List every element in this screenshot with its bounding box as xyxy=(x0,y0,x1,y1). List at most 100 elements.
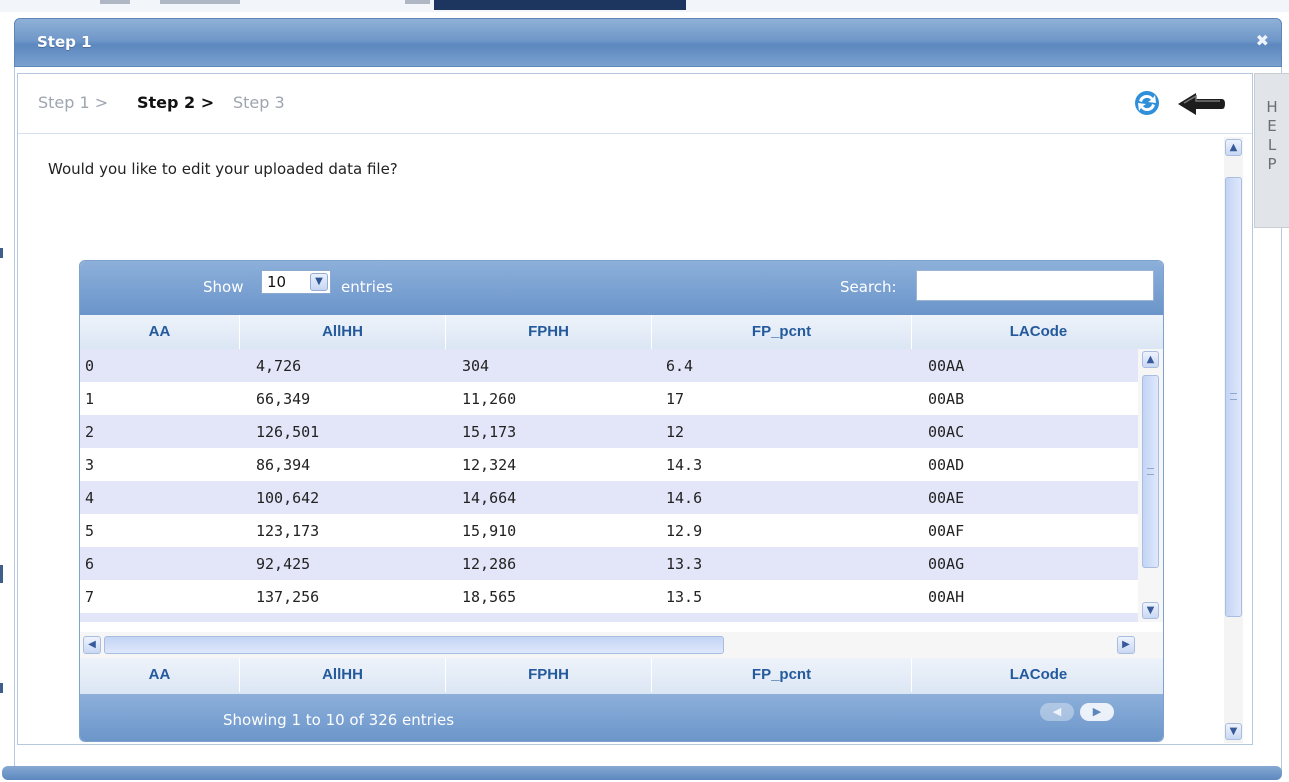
dialog-bottom-bar xyxy=(2,766,1282,780)
table-cell: 12,286 xyxy=(462,555,517,573)
table-cell: 18,565 xyxy=(462,588,517,606)
column-footer-fphh: FPHH xyxy=(446,658,652,692)
chevron-down-icon[interactable]: ▼ xyxy=(310,273,328,291)
table-cell: 4 xyxy=(85,489,95,507)
table-row[interactable]: 1 66,349 11,260 17 00AB xyxy=(80,382,1138,415)
background-page-strip xyxy=(0,0,1289,12)
table-cell: 00AE xyxy=(928,489,965,507)
scroll-up-button[interactable]: ▲ xyxy=(1225,139,1242,156)
scroll-down-button[interactable]: ▼ xyxy=(1225,723,1242,740)
step-1-link[interactable]: Step 1 > xyxy=(38,93,108,112)
table-cell: 11.6 xyxy=(666,621,702,622)
help-letter: H xyxy=(1266,98,1278,116)
table-cell: 15,173 xyxy=(462,423,517,441)
close-icon[interactable]: ✖ xyxy=(1256,31,1269,50)
table-cell: 17 xyxy=(666,390,685,408)
table-cell: 3 xyxy=(85,456,95,474)
table-cell: 86,394 xyxy=(256,456,311,474)
table-body: 0 4,726 304 6.4 00AA 1 66,349 11,260 17 00AB 2 126,… xyxy=(80,349,1138,622)
pagination: ◀ ▶ xyxy=(1040,703,1124,723)
table-cell: 14,664 xyxy=(462,489,517,507)
table-cell: 137,256 xyxy=(256,588,320,606)
page-size-value: 10 xyxy=(267,273,287,291)
column-header-lacode[interactable]: LACode xyxy=(912,315,1163,349)
column-header-aa[interactable]: AA xyxy=(80,315,240,349)
table-cell: 00AB xyxy=(928,390,965,408)
table-scrollbar[interactable]: ▲ ▼ xyxy=(1138,349,1163,622)
refresh-icon[interactable] xyxy=(1132,89,1162,117)
table-row[interactable]: 4 100,642 14,664 14.6 00AE xyxy=(80,481,1138,514)
page-size-select[interactable]: 10 ▼ xyxy=(261,270,331,294)
step-3-link[interactable]: Step 3 xyxy=(233,93,285,112)
table-cell: 13,619 xyxy=(462,621,516,622)
table-cell: 304 xyxy=(462,357,490,375)
data-table: Show 10 ▼ entries Search: AA AllHH FPHH … xyxy=(79,260,1164,742)
table-cell: 8 xyxy=(85,621,94,622)
table-cell: 14.3 xyxy=(666,456,703,474)
background-fragment xyxy=(405,0,430,4)
step-2-current: Step 2 > xyxy=(137,93,215,112)
help-letter: P xyxy=(1267,155,1277,173)
help-letter: E xyxy=(1267,117,1277,135)
scroll-right-button[interactable]: ▶ xyxy=(1117,636,1135,654)
column-footer-allhh: AllHH xyxy=(240,658,446,692)
table-cell: 66,349 xyxy=(256,390,311,408)
table-scroll-up-button[interactable]: ▲ xyxy=(1142,351,1159,368)
table-cell: 6.4 xyxy=(666,357,694,375)
table-cell: 5 xyxy=(85,522,95,540)
table-cell: 15,910 xyxy=(462,522,517,540)
table-cell: 13.5 xyxy=(666,588,703,606)
column-footer-lacode: LACode xyxy=(1009,666,1068,683)
help-tab[interactable]: H E L P xyxy=(1254,73,1289,228)
column-footer-row: AA AllHH FPHH FP_pcnt LACode xyxy=(80,658,1163,694)
search-label: Search: xyxy=(840,278,897,296)
breadcrumb: Step 1 > Step 2 > Step 3 xyxy=(18,74,1252,134)
table-cell: 92,425 xyxy=(256,555,311,573)
table-cell: 00AJ xyxy=(928,621,964,622)
table-info: Showing 1 to 10 of 326 entries xyxy=(223,711,455,729)
table-cell: 7 xyxy=(85,588,95,606)
scroll-left-button[interactable]: ◀ xyxy=(83,636,101,654)
table-row[interactable]: 7 137,256 18,565 13.5 00AH xyxy=(80,580,1138,613)
search-input[interactable] xyxy=(916,270,1154,301)
dialog-titlebar[interactable]: Step 1 ✖ xyxy=(14,18,1282,67)
entries-label: entries xyxy=(341,278,393,296)
table-cell: 00AG xyxy=(928,555,965,573)
table-row[interactable]: 6 92,425 12,286 13.3 00AG xyxy=(80,547,1138,580)
table-scroll-down-button[interactable]: ▼ xyxy=(1142,602,1159,619)
column-header-allhh[interactable]: AllHH xyxy=(240,315,446,349)
edit-question: Would you like to edit your uploaded dat… xyxy=(48,160,398,178)
table-cell: 12.9 xyxy=(666,522,703,540)
scroll-thumb[interactable] xyxy=(1225,177,1242,617)
table-cell: 00AF xyxy=(928,522,965,540)
table-row[interactable]: 5 123,173 15,910 12.9 00AF xyxy=(80,514,1138,547)
column-header-fphh[interactable]: FPHH xyxy=(446,315,652,349)
help-letter: L xyxy=(1267,136,1277,154)
table-toolbar: Show 10 ▼ entries Search: xyxy=(80,261,1163,315)
table-cell: 00AA xyxy=(928,357,965,375)
table-cell: 00AD xyxy=(928,456,965,474)
table-cell: 12,324 xyxy=(462,456,517,474)
back-arrow-icon[interactable] xyxy=(1176,91,1226,117)
table-cell: 00AC xyxy=(928,423,965,441)
next-page-icon[interactable]: ▶ xyxy=(1080,703,1114,721)
column-footer-fp-pcnt: FP_pcnt xyxy=(652,658,912,692)
table-horizontal-scrollbar[interactable]: ◀ ▶ xyxy=(80,632,1163,658)
previous-page-icon[interactable]: ◀ xyxy=(1040,703,1074,721)
table-cell: 11,260 xyxy=(462,390,517,408)
table-cell: 126,501 xyxy=(256,423,320,441)
table-cell: 1 xyxy=(85,390,95,408)
horizontal-scroll-thumb[interactable] xyxy=(104,636,724,654)
column-footer-aa: AA xyxy=(80,658,240,692)
panel-scrollbar[interactable]: ▲ ▼ xyxy=(1224,137,1243,743)
column-header-fp-pcnt[interactable]: FP_pcnt xyxy=(652,315,912,349)
table-cell: 2 xyxy=(85,423,95,441)
table-row[interactable]: 3 86,394 12,324 14.3 00AD xyxy=(80,448,1138,481)
table-cell: 100,642 xyxy=(256,489,320,507)
table-row[interactable]: 8 117,505 13,619 11.6 00AJ xyxy=(80,613,1138,622)
table-cell: 12 xyxy=(666,423,685,441)
table-scroll-thumb[interactable] xyxy=(1142,375,1159,568)
table-cell: 14.6 xyxy=(666,489,703,507)
table-row[interactable]: 2 126,501 15,173 12 00AC xyxy=(80,415,1138,448)
table-row[interactable]: 0 4,726 304 6.4 00AA xyxy=(80,349,1138,382)
